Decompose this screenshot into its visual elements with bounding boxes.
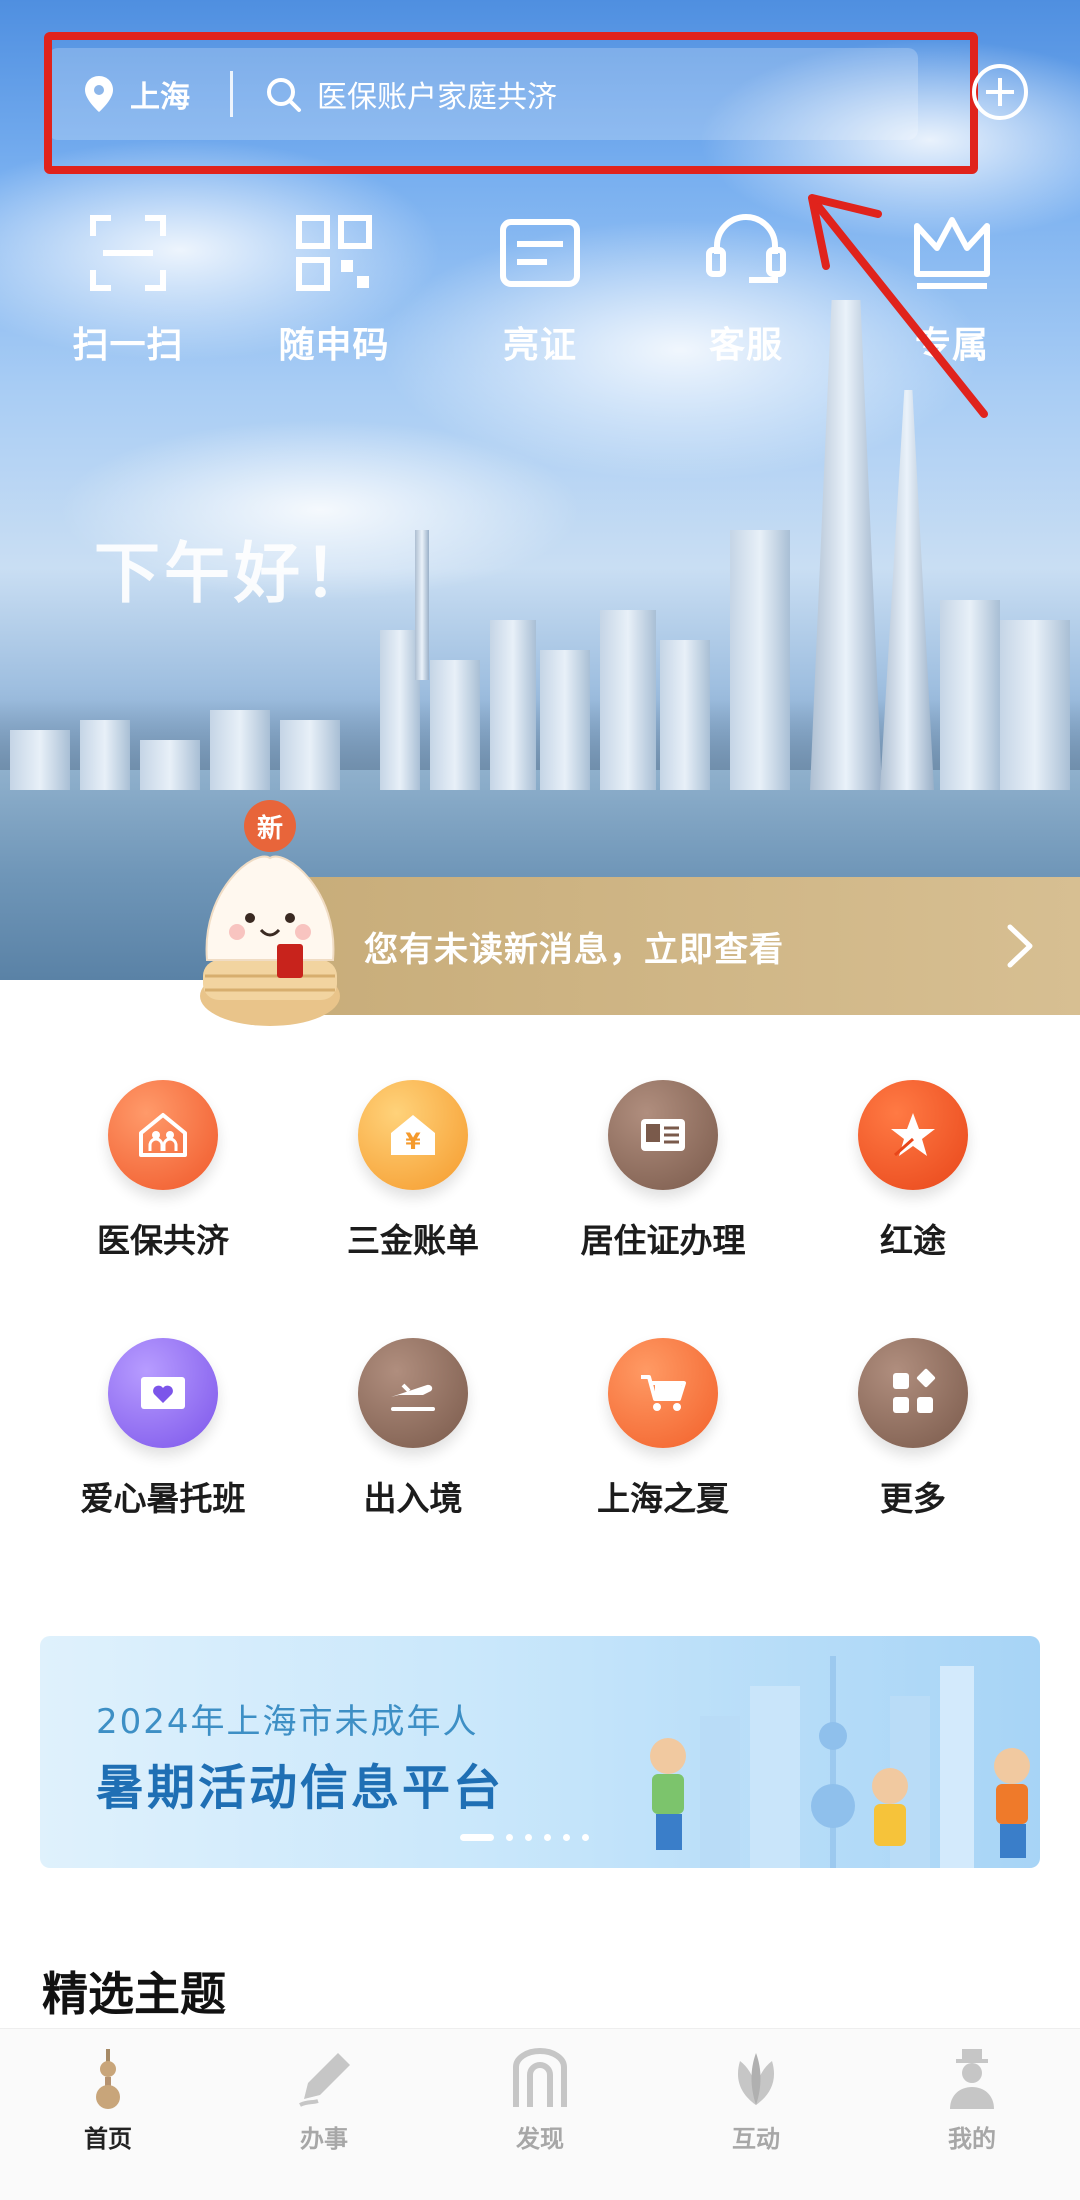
promo-line1: 2024年上海市未成年人 [96, 1702, 479, 1742]
quick-scan[interactable]: 扫一扫 [25, 210, 231, 380]
annotation-highlight-box [44, 32, 978, 174]
service-medical-sharing[interactable]: 医保共济 [38, 1080, 288, 1338]
quick-show-id-label: 亮证 [502, 325, 577, 366]
greeting-text: 下午好！ [94, 535, 374, 612]
service-label: 红途 [880, 1221, 946, 1260]
service-shanghai-summer[interactable]: 上海之夏 [538, 1338, 788, 1596]
tab-interact[interactable]: 互动 [648, 2029, 864, 2200]
service-red-route[interactable]: 红途 [788, 1080, 1038, 1338]
tab-home[interactable]: 首页 [0, 2029, 216, 2200]
new-badge: 新 [244, 800, 296, 852]
section-title: 精选主题 [42, 1967, 226, 2021]
tab-services[interactable]: 办事 [216, 2029, 432, 2200]
tower-icon [96, 2049, 120, 2109]
person-icon [950, 2049, 994, 2109]
quick-customer-service[interactable]: 客服 [643, 210, 849, 380]
plane-icon [358, 1338, 468, 1448]
magnolia-icon [737, 2053, 775, 2105]
quick-qr-code[interactable]: 随申码 [231, 210, 437, 380]
service-more[interactable]: 更多 [788, 1338, 1038, 1596]
quick-exclusive[interactable]: 专属 [849, 210, 1055, 380]
unread-message-banner[interactable]: 您有未读新消息，立即查看 [300, 877, 1080, 1015]
quick-scan-label: 扫一扫 [72, 325, 184, 366]
tab-label: 首页 [84, 2125, 132, 2153]
customer-service-icon [706, 214, 786, 283]
tab-discover[interactable]: 发现 [432, 2029, 648, 2200]
heart-book-icon [108, 1338, 218, 1448]
tab-label: 办事 [300, 2125, 348, 2153]
service-exit-entry[interactable]: 出入境 [288, 1338, 538, 1596]
grid-more-icon [858, 1338, 968, 1448]
quick-actions: 扫一扫 随申码 亮证 客服 专属 [0, 210, 1080, 380]
service-three-funds-bill[interactable]: ¥ 三金账单 [288, 1080, 538, 1338]
service-label: 爱心暑托班 [80, 1479, 246, 1518]
add-button[interactable] [970, 62, 1030, 122]
skyline-kids-illustration [650, 1656, 1030, 1868]
promo-line2: 暑期活动信息平台 [96, 1760, 505, 1816]
arch-icon [513, 2048, 567, 2107]
tab-label: 发现 [516, 2125, 564, 2153]
plus-circle-icon [972, 64, 1028, 120]
star-icon [858, 1080, 968, 1190]
quick-show-id[interactable]: 亮证 [437, 210, 643, 380]
svg-text:¥: ¥ [405, 1130, 421, 1155]
yen-house-icon: ¥ [358, 1080, 468, 1190]
service-label: 出入境 [363, 1479, 463, 1518]
service-label: 更多 [880, 1479, 946, 1518]
qr-code-icon [296, 215, 372, 291]
crown-icon [914, 217, 990, 289]
service-label: 医保共济 [97, 1221, 229, 1260]
tab-mine[interactable]: 我的 [864, 2029, 1080, 2200]
pen-icon [299, 2053, 350, 2107]
quick-customer-service-label: 客服 [708, 325, 783, 366]
tab-label: 我的 [948, 2125, 996, 2153]
id-card-icon [500, 219, 580, 287]
carousel-indicator [460, 1834, 601, 1841]
scan-icon [90, 215, 166, 291]
summer-activity-promo-banner[interactable]: 2024年上海市未成年人 暑期活动信息平台 [40, 1636, 1040, 1868]
chevron-right-icon [1007, 924, 1033, 968]
service-grid: 医保共济 ¥ 三金账单 居住证办理 红途 爱心暑托班 出入境 上海之夏 更多 [0, 1080, 1080, 1596]
service-label: 三金账单 [347, 1221, 479, 1260]
service-label: 上海之夏 [597, 1479, 729, 1518]
service-label: 居住证办理 [580, 1221, 746, 1260]
family-home-icon [108, 1080, 218, 1190]
service-residence-permit[interactable]: 居住证办理 [538, 1080, 788, 1338]
notice-text: 您有未读新消息，立即查看 [364, 929, 784, 970]
quick-qr-code-label: 随申码 [278, 325, 390, 366]
service-summer-care[interactable]: 爱心暑托班 [38, 1338, 288, 1596]
bottom-tab-bar: 首页 办事 发现 互动 我的 [0, 2028, 1080, 2200]
residence-card-icon [608, 1080, 718, 1190]
tab-label: 互动 [732, 2125, 780, 2153]
cart-icon [608, 1338, 718, 1448]
quick-exclusive-label: 专属 [914, 325, 989, 366]
